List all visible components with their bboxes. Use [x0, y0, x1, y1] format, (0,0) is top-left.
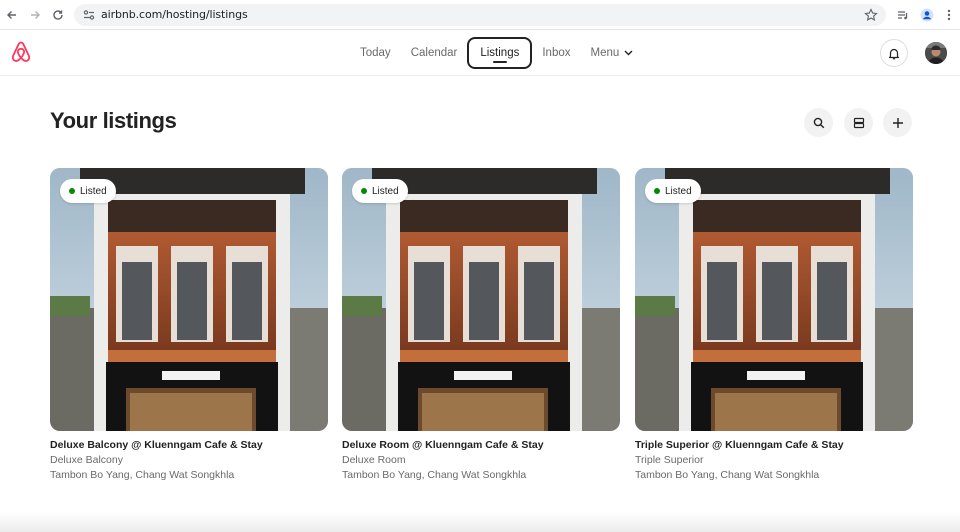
list-view-icon: [853, 117, 864, 128]
building-image: [635, 168, 913, 431]
status-badge: Listed: [60, 179, 116, 203]
status-badge: Listed: [645, 179, 701, 203]
building-image: [50, 168, 328, 431]
profile-icon[interactable]: [918, 6, 936, 24]
search-icon: [813, 117, 824, 128]
avatar[interactable]: [925, 42, 947, 64]
site-settings-icon[interactable]: [82, 8, 96, 22]
listing-location: Tambon Bo Yang, Chang Wat Songkhla: [635, 469, 820, 481]
listing-photo[interactable]: Listed: [635, 168, 913, 431]
forward-icon[interactable]: [26, 6, 44, 24]
url-text[interactable]: airbnb.com/hosting/listings: [101, 8, 248, 21]
listing-photo[interactable]: Listed: [342, 168, 620, 431]
status-label: Listed: [80, 185, 107, 197]
listing-room-type: Deluxe Room: [342, 454, 406, 466]
menu-label: Menu: [590, 47, 620, 59]
view-toggle-button[interactable]: [844, 108, 873, 137]
bottom-shadow: [0, 512, 960, 532]
listed-status-dot: [654, 188, 660, 194]
more-options-icon[interactable]: [940, 6, 958, 24]
reload-icon[interactable]: [49, 6, 67, 24]
tab-calendar[interactable]: Calendar: [401, 37, 468, 69]
status-label: Listed: [372, 185, 399, 197]
host-nav: Today Calendar Listings Inbox Menu: [350, 37, 643, 69]
listing-location: Tambon Bo Yang, Chang Wat Songkhla: [342, 469, 527, 481]
tab-inbox[interactable]: Inbox: [532, 37, 580, 69]
media-control-icon[interactable]: [894, 6, 912, 24]
listing-title[interactable]: Deluxe Balcony @ Kluenngam Cafe & Stay: [50, 439, 328, 451]
bell-icon: [888, 48, 900, 59]
status-badge: Listed: [352, 179, 408, 203]
chevron-down-icon: [624, 50, 633, 56]
back-icon[interactable]: [3, 6, 21, 24]
add-listing-button[interactable]: [883, 108, 912, 137]
site-header: Today Calendar Listings Inbox Menu: [0, 30, 960, 76]
listing-photo[interactable]: Listed: [50, 168, 328, 431]
tab-listings[interactable]: Listings: [467, 37, 533, 69]
status-label: Listed: [665, 185, 692, 197]
listing-card[interactable]: Listed Triple Superior @ Kluenngam Cafe …: [635, 168, 913, 481]
address-bar[interactable]: airbnb.com/hosting/listings: [74, 4, 886, 26]
plus-icon: [892, 117, 903, 128]
search-listings-button[interactable]: [804, 108, 833, 137]
listing-card[interactable]: Listed Deluxe Room @ Kluenngam Cafe & St…: [342, 168, 620, 481]
airbnb-logo-icon[interactable]: [10, 40, 32, 64]
listing-room-type: Triple Superior: [635, 454, 704, 466]
listing-location: Tambon Bo Yang, Chang Wat Songkhla: [50, 469, 235, 481]
bookmark-star-icon[interactable]: [864, 8, 878, 22]
listed-status-dot: [361, 188, 367, 194]
browser-toolbar: airbnb.com/hosting/listings: [0, 0, 960, 30]
tab-today[interactable]: Today: [350, 37, 401, 69]
listing-title[interactable]: Triple Superior @ Kluenngam Cafe & Stay: [635, 439, 913, 451]
listing-room-type: Deluxe Balcony: [50, 454, 123, 466]
tab-menu[interactable]: Menu: [581, 37, 644, 69]
page-title: Your listings: [50, 108, 177, 133]
listing-card[interactable]: Listed Deluxe Balcony @ Kluenngam Cafe &…: [50, 168, 328, 481]
building-image: [342, 168, 620, 431]
listed-status-dot: [69, 188, 75, 194]
notifications-button[interactable]: [880, 39, 908, 67]
listing-title[interactable]: Deluxe Room @ Kluenngam Cafe & Stay: [342, 439, 620, 451]
